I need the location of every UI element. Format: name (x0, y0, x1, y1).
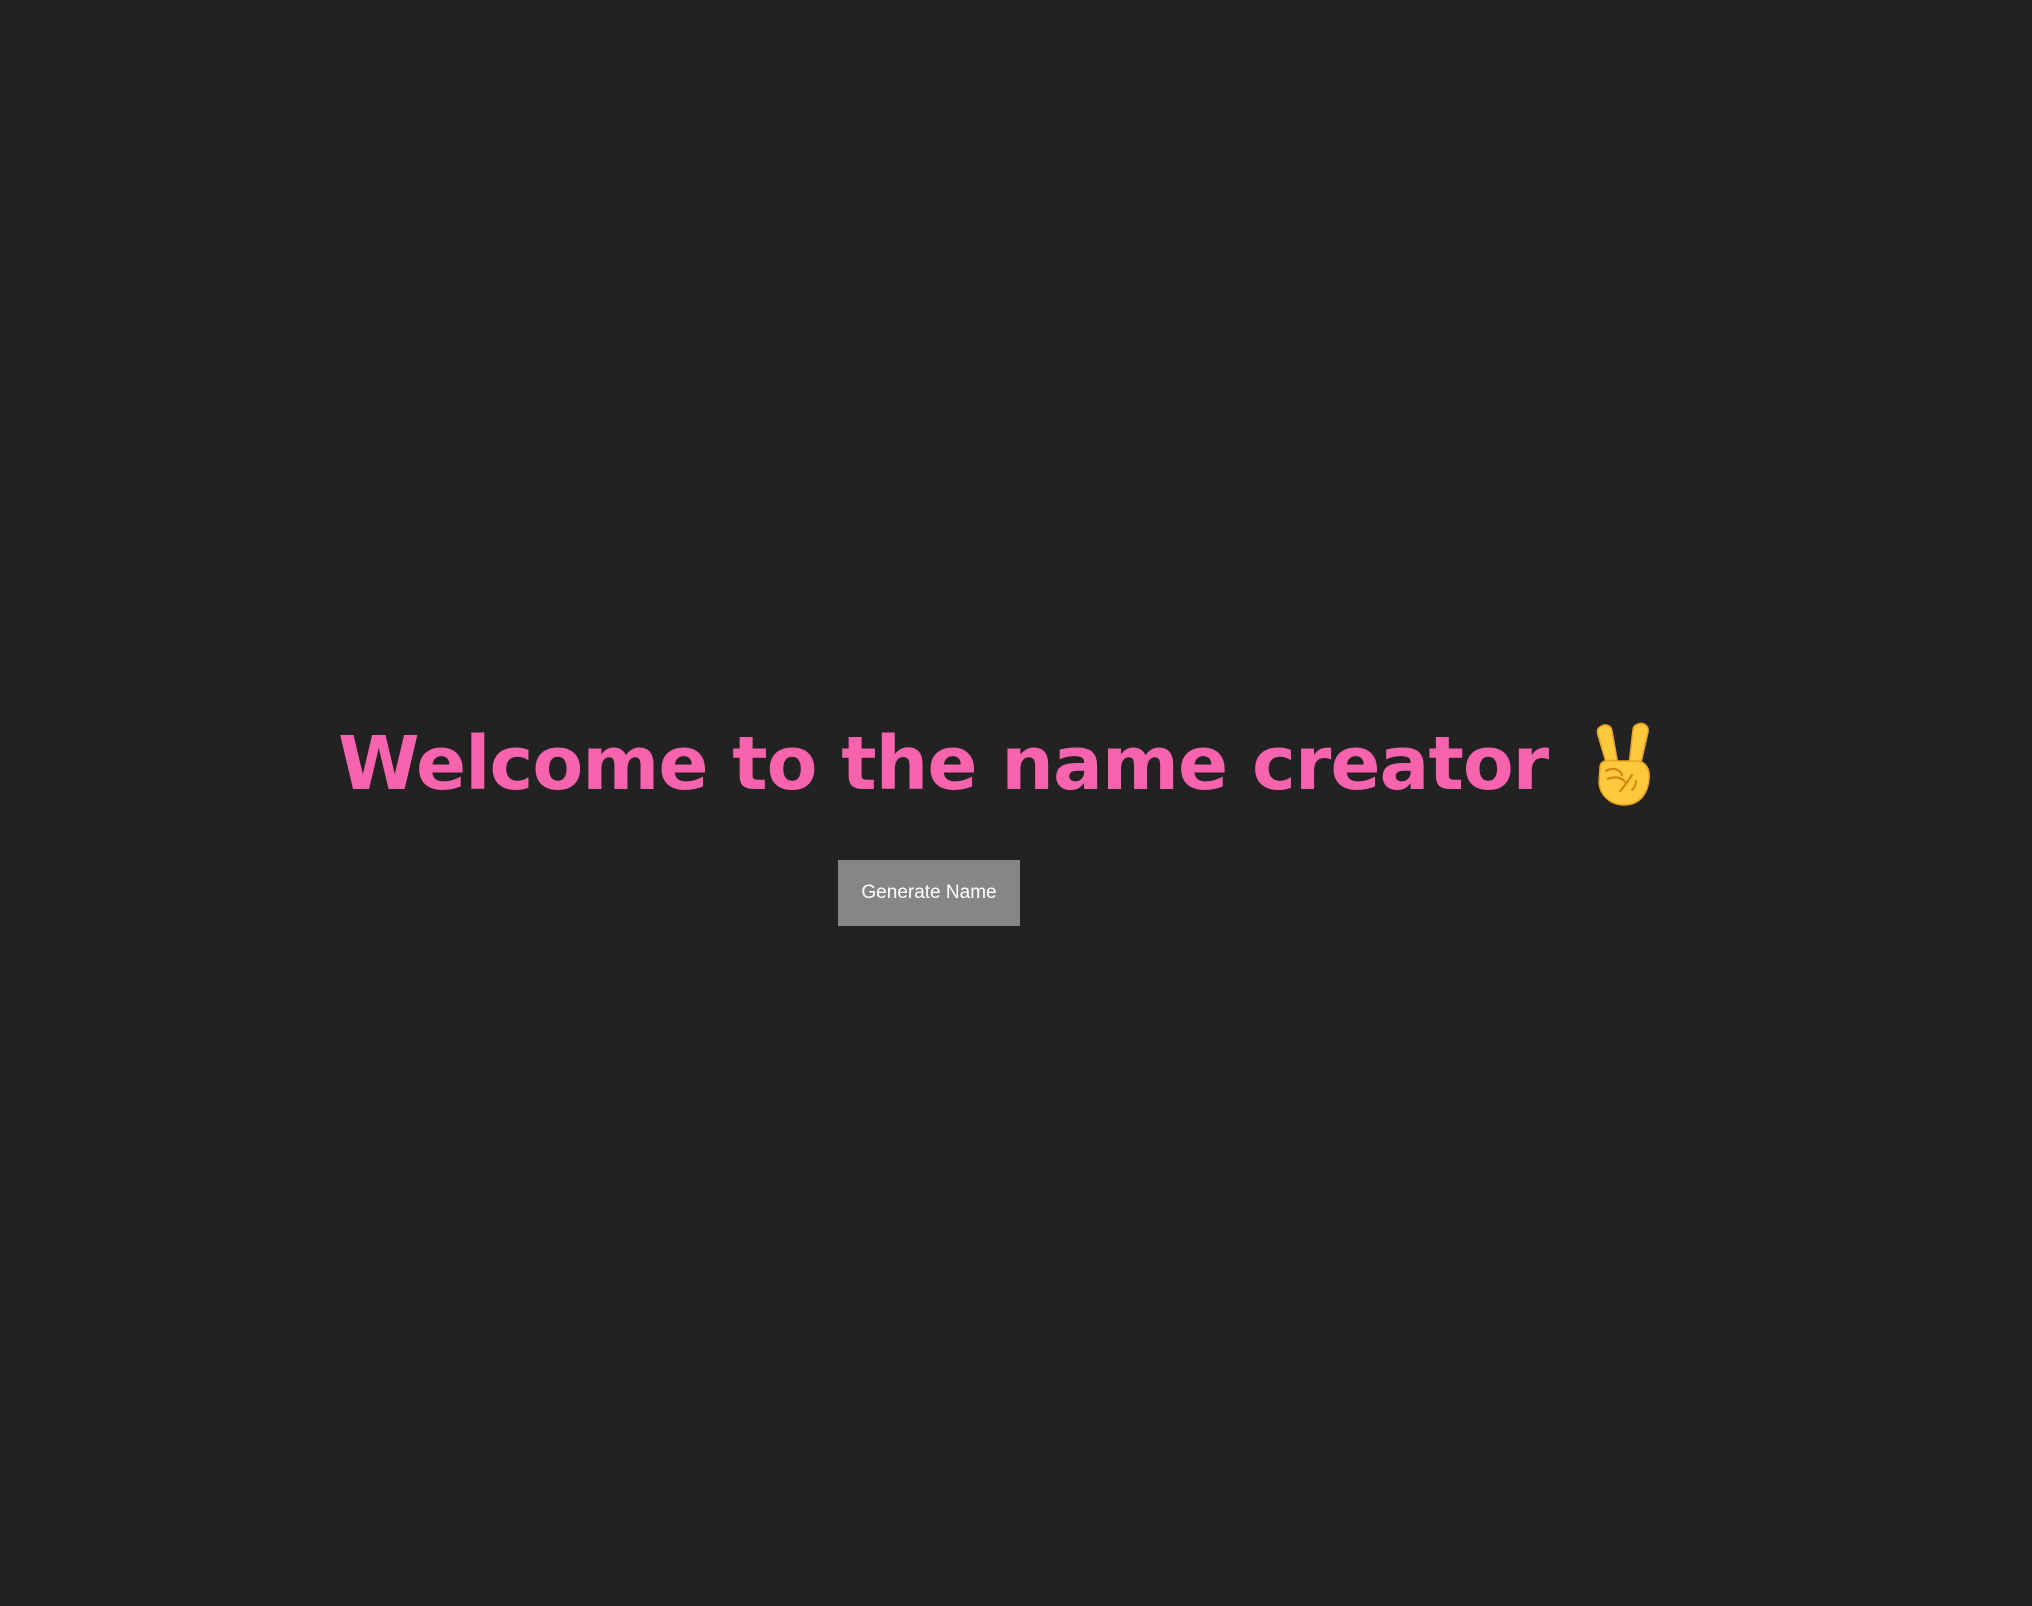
heading-row: Welcome to the name creator (338, 718, 1658, 810)
victory-hand-icon (1586, 721, 1658, 807)
generate-name-button[interactable]: Generate Name (838, 860, 1020, 926)
page-title: Welcome to the name creator (338, 721, 1549, 807)
